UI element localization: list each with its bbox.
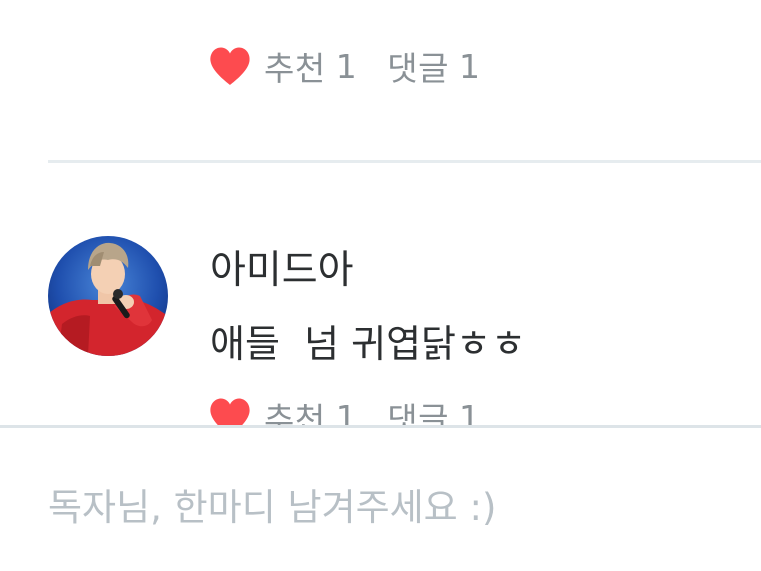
like-button[interactable]: 추천: [264, 393, 326, 425]
like-button[interactable]: 추천: [264, 42, 326, 90]
comment-input[interactable]: [48, 480, 728, 534]
reply-count: 1: [458, 397, 481, 426]
comments-screen: 추천 1 댓글 1 아미드아 애들 넘 귀엽닭ㅎㅎ 추천 1 댓글 1 독자님,…: [0, 0, 761, 571]
comment-actions: 추천 1 댓글 1: [208, 395, 480, 425]
comment-actions: 추천 1 댓글 1: [208, 44, 480, 88]
avatar-image: [48, 236, 168, 356]
heart-icon[interactable]: [208, 397, 252, 425]
reply-count: 1: [458, 46, 481, 86]
comment-author[interactable]: 아미드아: [210, 239, 354, 295]
reply-button[interactable]: 댓글: [387, 42, 449, 90]
reply-button[interactable]: 댓글: [387, 393, 449, 425]
comment-input-bar: [0, 425, 761, 571]
comment-item: 아미드아 애들 넘 귀엽닭ㅎㅎ 추천 1 댓글 1: [0, 163, 761, 425]
like-count: 1: [335, 46, 358, 86]
avatar[interactable]: [48, 236, 168, 356]
comment-text: 애들 넘 귀엽닭ㅎㅎ: [210, 322, 526, 366]
heart-icon[interactable]: [208, 46, 252, 86]
like-count: 1: [335, 397, 358, 426]
